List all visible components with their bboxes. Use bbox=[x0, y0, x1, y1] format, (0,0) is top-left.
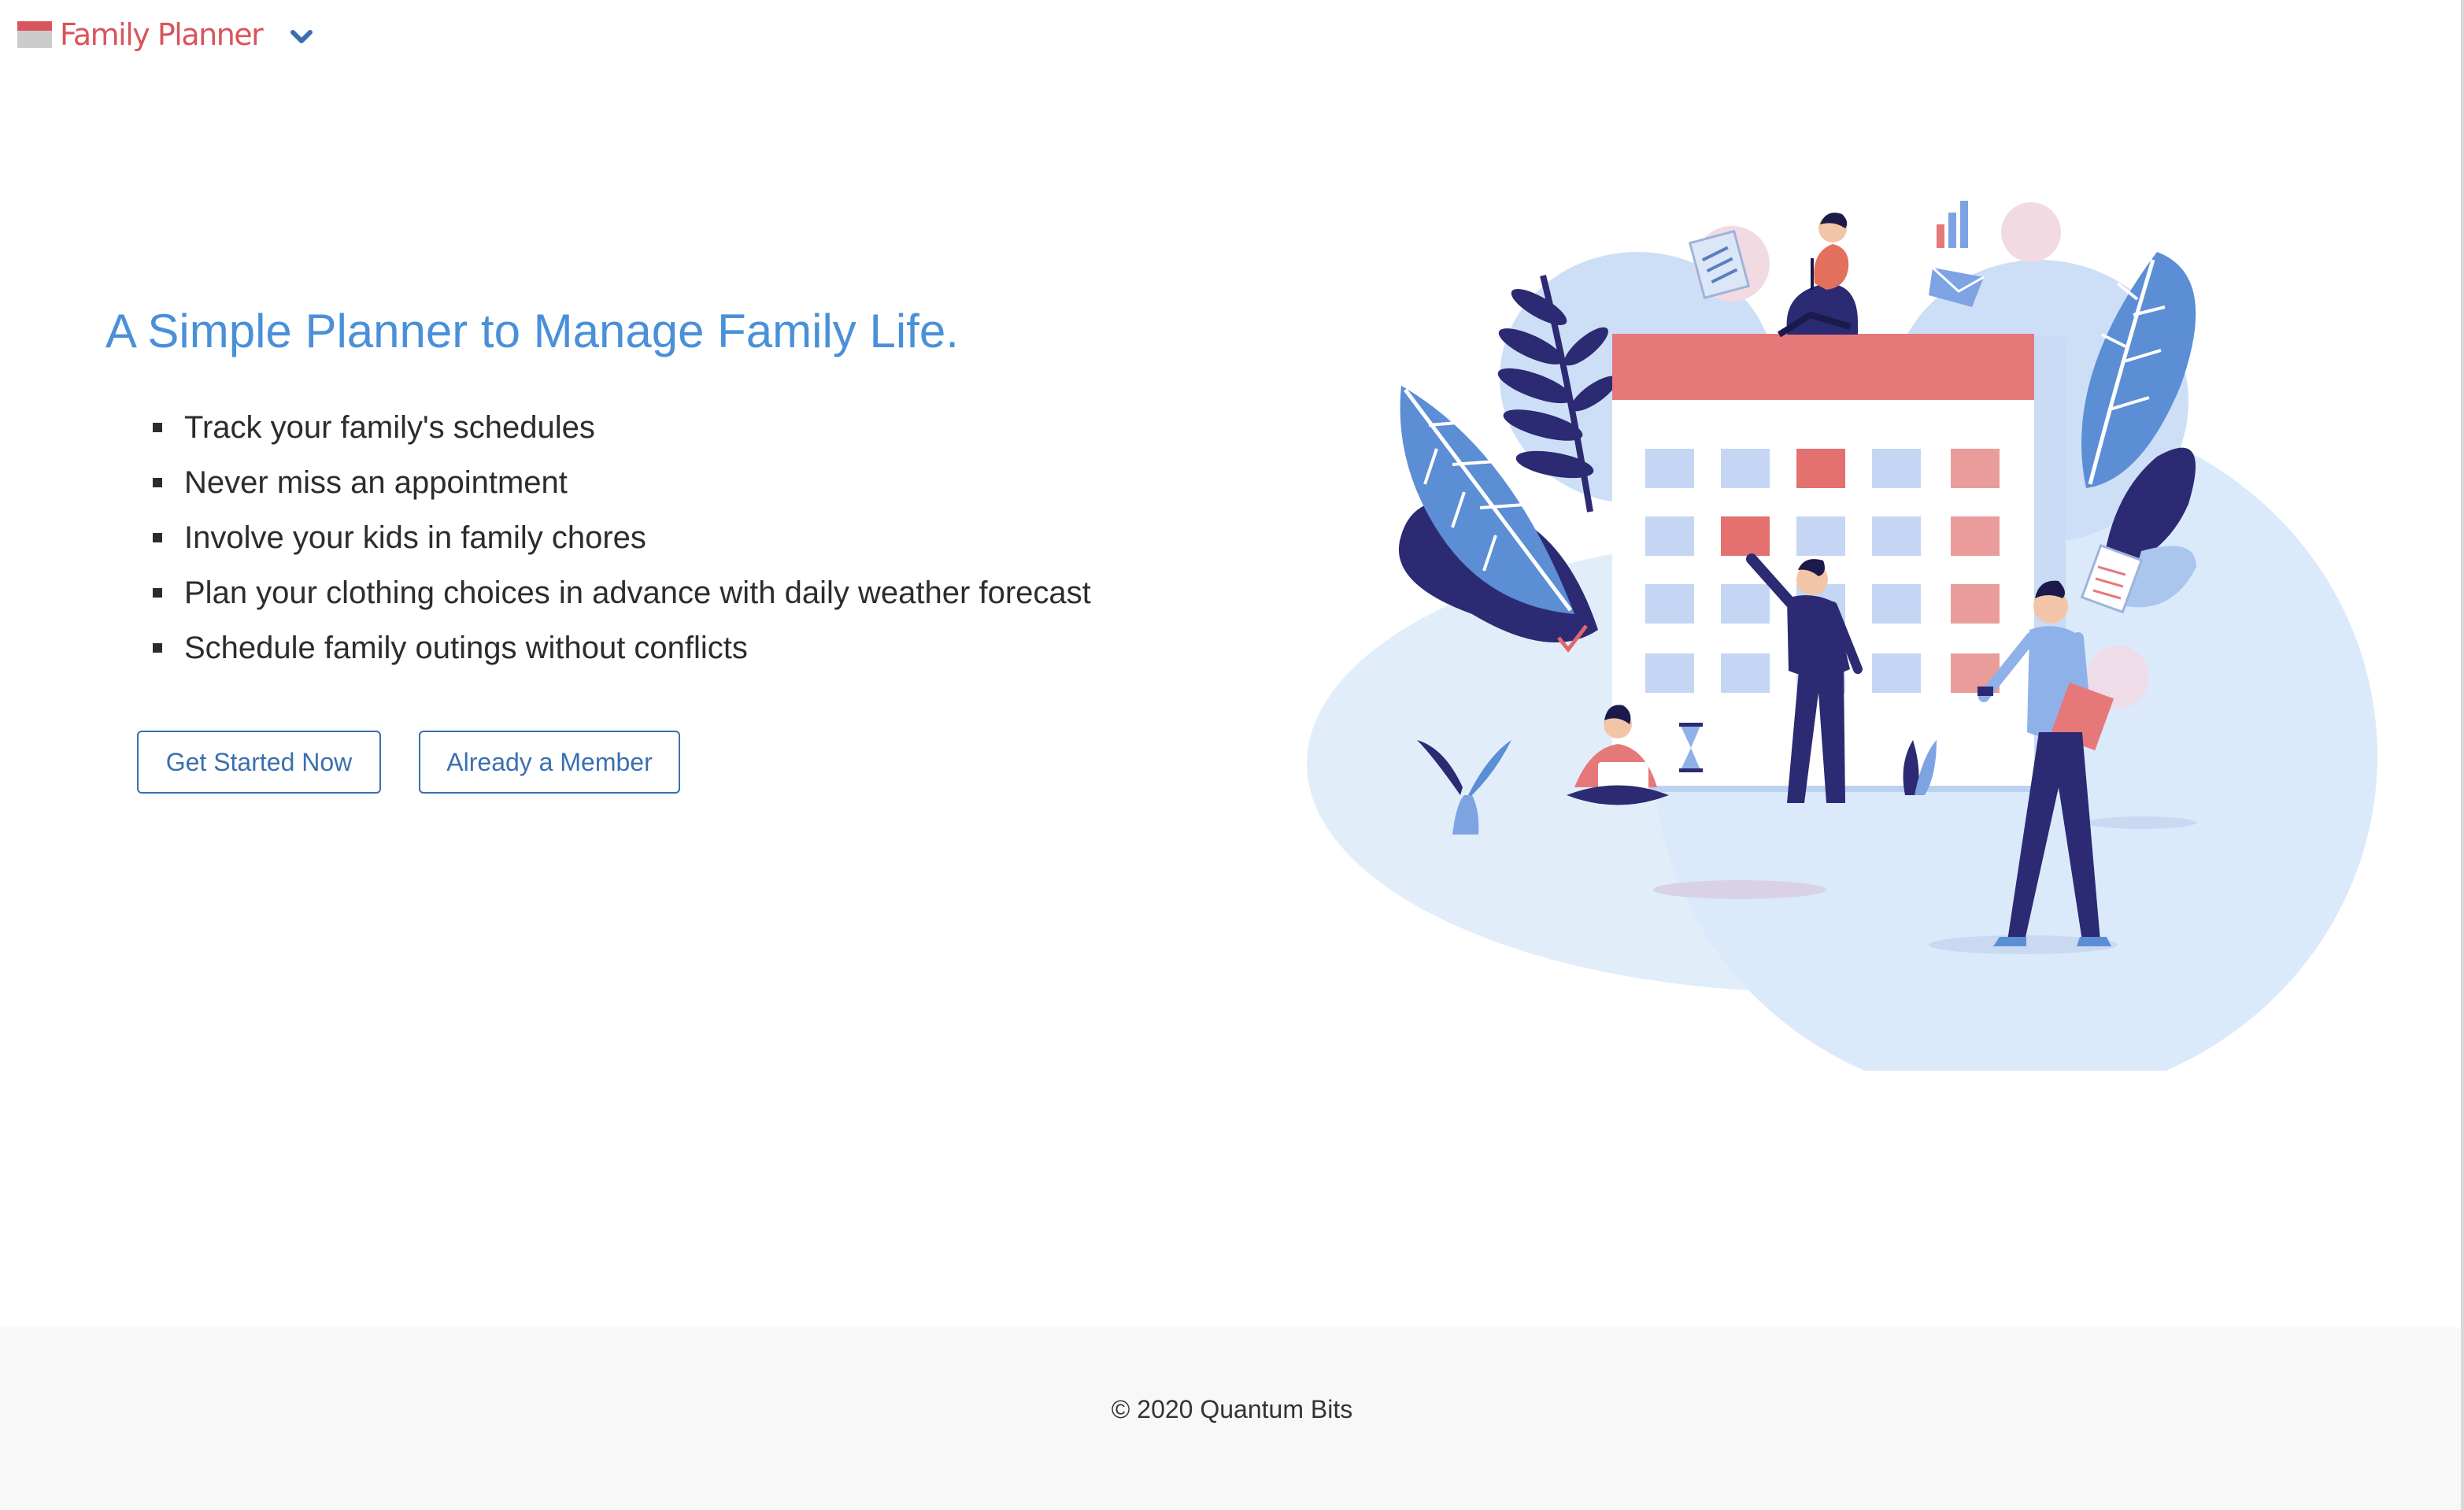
family-calendar-illustration bbox=[1307, 201, 2377, 1071]
feature-text: Involve your kids in family chores bbox=[184, 520, 646, 555]
feature-list: Track your family's schedules Never miss… bbox=[153, 400, 1091, 675]
bullet-icon bbox=[153, 588, 162, 598]
copyright-text: © 2020 Quantum Bits bbox=[1111, 1395, 1353, 1423]
bullet-icon bbox=[153, 643, 162, 653]
feature-text: Track your family's schedules bbox=[184, 410, 595, 445]
bullet-icon bbox=[153, 533, 162, 542]
feature-item: Schedule family outings without conflict… bbox=[153, 620, 1091, 675]
footer: © 2020 Quantum Bits bbox=[0, 1327, 2464, 1510]
bullet-icon bbox=[153, 423, 162, 432]
brand-link[interactable]: Family Planner bbox=[17, 17, 264, 52]
already-member-button[interactable]: Already a Member bbox=[419, 731, 680, 794]
feature-item: Track your family's schedules bbox=[153, 400, 1091, 455]
feature-text: Schedule family outings without conflict… bbox=[184, 631, 748, 665]
hero-title: A Simple Planner to Manage Family Life. bbox=[105, 305, 959, 357]
get-started-button[interactable]: Get Started Now bbox=[137, 731, 381, 794]
brand-name: Family Planner bbox=[60, 17, 264, 52]
chevron-down-icon bbox=[290, 30, 313, 43]
feature-item: Plan your clothing choices in advance wi… bbox=[153, 565, 1091, 620]
feature-item: Involve your kids in family chores bbox=[153, 510, 1091, 565]
calendar-icon bbox=[17, 21, 52, 48]
scrollbar[interactable] bbox=[2461, 0, 2464, 1510]
feature-text: Never miss an appointment bbox=[184, 465, 568, 500]
navbar: Family Planner bbox=[0, 0, 2464, 71]
feature-item: Never miss an appointment bbox=[153, 455, 1091, 510]
nav-dropdown-toggle[interactable] bbox=[285, 24, 318, 50]
bullet-icon bbox=[153, 478, 162, 487]
feature-text: Plan your clothing choices in advance wi… bbox=[184, 576, 1091, 610]
